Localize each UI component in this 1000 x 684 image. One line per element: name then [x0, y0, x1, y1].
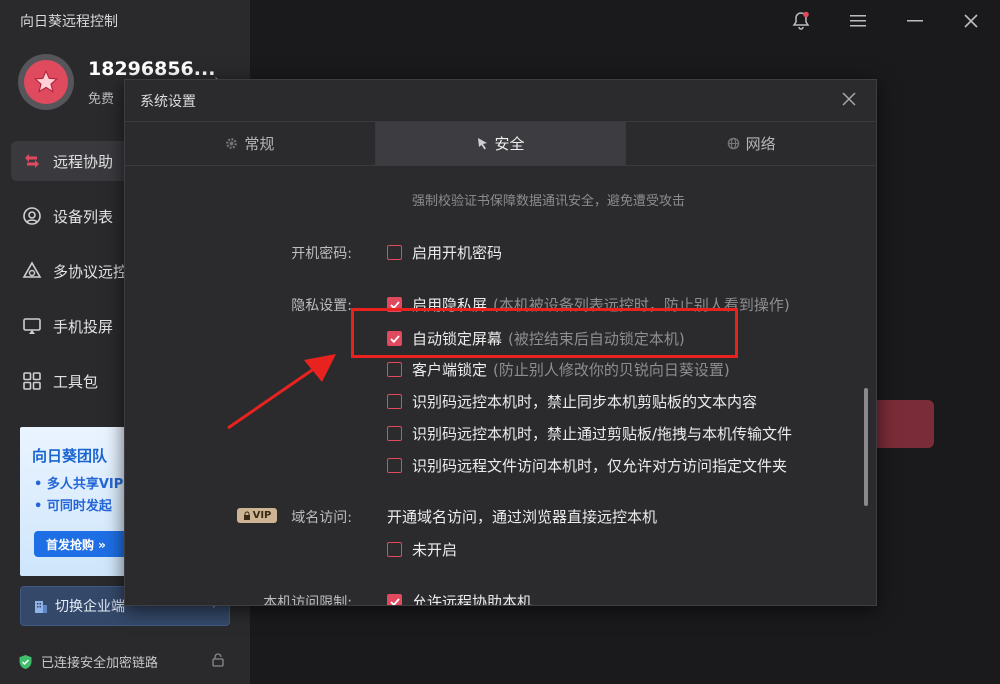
local-access-option[interactable]: 允许远程协助本机: [387, 591, 533, 606]
domain-access-option[interactable]: 未开启: [387, 539, 457, 560]
close-window-icon[interactable]: [960, 10, 982, 32]
multi-protocol-icon: [21, 260, 43, 282]
background-connect-button: [870, 400, 934, 448]
promo-line: • 多人共享VIP: [34, 477, 124, 492]
checkbox[interactable]: [387, 245, 402, 260]
domain-access-label: 域名访问:: [291, 510, 352, 526]
boot-password-option[interactable]: 启用开机密码: [387, 242, 502, 263]
nav-label: 工具包: [53, 372, 99, 391]
avatar[interactable]: [18, 54, 74, 110]
checkbox[interactable]: [387, 542, 402, 557]
device-list-icon: [21, 205, 43, 227]
switch-enterprise-label: 切换企业端: [55, 599, 125, 615]
remote-assist-icon: [21, 150, 43, 172]
privacy-label: 隐私设置:: [291, 298, 352, 314]
star-icon: [33, 69, 59, 93]
checkbox[interactable]: [387, 426, 402, 441]
tab-security[interactable]: 安全: [374, 122, 626, 165]
tab-label: 常规: [244, 135, 275, 153]
checkbox[interactable]: [387, 394, 402, 409]
app-title: 向日葵远程控制: [20, 14, 118, 30]
user-plan: 免费: [88, 92, 115, 107]
settings-tabs: 常规 安全 网络: [125, 121, 876, 166]
promo-line: • 可同时发起: [34, 499, 112, 514]
tab-label: 安全: [494, 135, 525, 153]
checkbox[interactable]: [387, 458, 402, 473]
checkbox[interactable]: [387, 362, 402, 377]
user-id[interactable]: 18296856...: [88, 58, 215, 80]
option-text: 启用开机密码: [412, 244, 503, 262]
option-text: 识别码远控本机时，禁止同步本机剪贴板的文本内容: [412, 393, 758, 411]
option-text: 客户端锁定: [412, 361, 488, 379]
option-text: 识别码远程文件访问本机时，仅允许对方访问指定文件夹: [412, 457, 788, 475]
highlight-box: [351, 308, 738, 358]
toolkit-icon: [21, 370, 43, 392]
globe-icon: [727, 137, 740, 150]
tab-network[interactable]: 网络: [625, 122, 876, 165]
privacy-option-folder-access[interactable]: 识别码远程文件访问本机时，仅允许对方访问指定文件夹: [387, 455, 787, 476]
tab-label: 网络: [745, 135, 776, 153]
nav-label: 多协议远控: [53, 262, 129, 281]
minimize-icon[interactable]: [904, 10, 926, 32]
promo-title: 向日葵团队: [32, 447, 108, 465]
menu-icon[interactable]: [847, 10, 869, 32]
option-text: 识别码远控本机时，禁止通过剪贴板/拖拽与本机传输文件: [412, 425, 793, 443]
nav-label: 手机投屏: [53, 317, 114, 336]
domain-access-description: 开通域名访问，通过浏览器直接远控本机: [387, 508, 658, 526]
nav-label: 远程协助: [53, 152, 114, 171]
option-hint: (防止别人修改你的贝锐向日葵设置): [493, 361, 730, 379]
shield-check-icon: [19, 654, 32, 669]
nav-label: 设备列表: [53, 207, 114, 226]
gear-icon: [225, 137, 238, 150]
option-text: 允许远程协助本机: [412, 593, 533, 606]
scrollbar[interactable]: [864, 388, 868, 506]
secure-connection-status: 已连接安全加密链路: [18, 652, 158, 671]
secure-status-text: 已连接安全加密链路: [41, 656, 159, 671]
privacy-option-clipboard-text[interactable]: 识别码远控本机时，禁止同步本机剪贴板的文本内容: [387, 391, 757, 412]
lock-icon[interactable]: [210, 652, 226, 672]
option-text: 未开启: [412, 541, 458, 559]
privacy-option-client-lock[interactable]: 客户端锁定 (防止别人修改你的贝锐向日葵设置): [387, 359, 730, 380]
boot-password-label: 开机密码:: [291, 246, 352, 262]
close-icon[interactable]: [840, 90, 858, 108]
building-icon: [35, 601, 47, 613]
checkbox[interactable]: [387, 594, 402, 605]
tab-general[interactable]: 常规: [125, 122, 375, 165]
privacy-option-file-transfer[interactable]: 识别码远控本机时，禁止通过剪贴板/拖拽与本机传输文件: [387, 423, 792, 444]
dialog-title: 系统设置: [140, 94, 196, 110]
local-access-label: 本机访问限制:: [263, 595, 352, 606]
certificate-hint-text: 强制校验证书保障数据通讯安全，避免遭受攻击: [412, 194, 686, 209]
cursor-icon: [477, 137, 489, 150]
screen-cast-icon: [21, 315, 43, 337]
notification-bell-icon[interactable]: [790, 10, 812, 32]
